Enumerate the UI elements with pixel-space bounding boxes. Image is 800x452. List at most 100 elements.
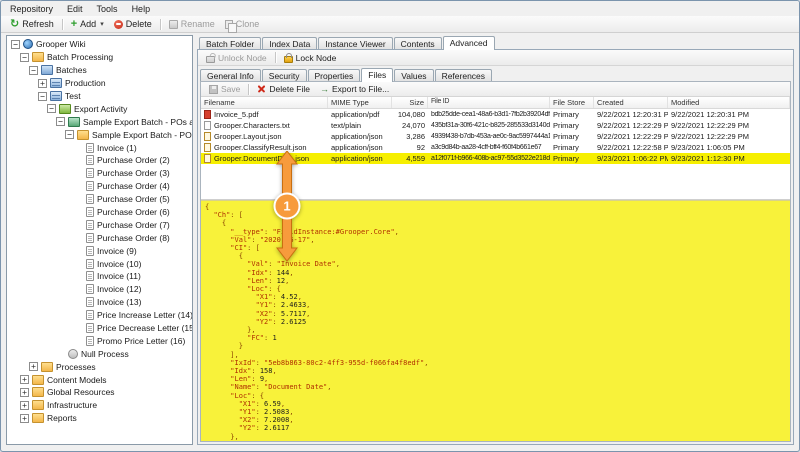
json-line: "Y2": 2.6117 — [205, 424, 790, 432]
toolbar-separator — [62, 19, 63, 30]
tree-item-purchase-order-4[interactable]: Purchase Order (4) — [7, 180, 192, 193]
json-viewer[interactable]: { "Ch": [ { "__type": "FieldInstance:#Gr… — [201, 200, 790, 441]
tree-item-production[interactable]: +Production — [7, 77, 192, 90]
tree-item-export-activity[interactable]: −Export Activity — [7, 102, 192, 115]
column-header-filename[interactable]: Filename — [201, 97, 328, 108]
column-header-modified[interactable]: Modified — [668, 97, 790, 108]
expand-icon[interactable]: + — [20, 401, 29, 410]
tree-item-purchase-order-5[interactable]: Purchase Order (5) — [7, 193, 192, 206]
tree-item-reports[interactable]: +Reports — [7, 412, 192, 425]
tree-item-purchase-order-2[interactable]: Purchase Order (2) — [7, 154, 192, 167]
tree-item-invoice-9[interactable]: Invoice (9) — [7, 244, 192, 257]
column-header-size[interactable]: Size — [392, 97, 428, 108]
batches-icon — [41, 65, 53, 75]
delete-button[interactable]: Delete — [109, 18, 157, 30]
add-button[interactable]: + Add ▾ — [66, 18, 109, 30]
tree-item-invoice-11[interactable]: Invoice (11) — [7, 270, 192, 283]
tree-item-invoice-10[interactable]: Invoice (10) — [7, 257, 192, 270]
delete-file-button[interactable]: Delete File — [252, 83, 315, 95]
table-row-grooper-characters-txt[interactable]: Grooper.Characters.txttext/plain24,07043… — [201, 120, 790, 131]
tab-contents[interactable]: Contents — [394, 37, 442, 49]
subtab-properties[interactable]: Properties — [308, 69, 361, 81]
tree-item-content-models[interactable]: +Content Models — [7, 373, 192, 386]
column-header-created[interactable]: Created — [594, 97, 668, 108]
tree-item-infrastructure[interactable]: +Infrastructure — [7, 399, 192, 412]
tree-item-grooper-wiki[interactable]: −Grooper Wiki — [7, 38, 192, 51]
table-row-grooper-classifyresult-json[interactable]: Grooper.ClassifyResult.jsonapplication/j… — [201, 142, 790, 153]
refresh-icon: ↻ — [10, 20, 19, 29]
tab-instance-viewer[interactable]: Instance Viewer — [318, 37, 392, 49]
collapse-icon[interactable]: − — [56, 117, 65, 126]
tree-item-null-process[interactable]: Null Process — [7, 347, 192, 360]
tree-item-batch-processing[interactable]: − Batch Processing — [7, 51, 192, 64]
tree-item-test[interactable]: −Test — [7, 90, 192, 103]
tree-item-promo-price-letter-16[interactable]: Promo Price Letter (16) — [7, 334, 192, 347]
tree-item-label: Invoice (10) — [97, 259, 141, 269]
tree-item-label: Promo Price Letter (16) — [97, 336, 185, 346]
collapse-icon[interactable]: − — [65, 130, 74, 139]
refresh-button[interactable]: ↻ Refresh — [5, 18, 59, 30]
menu-help[interactable]: Help — [125, 3, 158, 15]
tree-item-label: Sample Export Batch - POs and I... — [92, 130, 193, 140]
tree-item-global-resources[interactable]: + Global Resources — [7, 386, 192, 399]
unlock-node-button[interactable]: Unlock Node — [201, 52, 272, 64]
subtab-security[interactable]: Security — [262, 69, 307, 81]
tree-item-purchase-order-6[interactable]: Purchase Order (6) — [7, 206, 192, 219]
tree-item-price-decrease-letter-15[interactable]: Price Decrease Letter (15) — [7, 322, 192, 335]
save-button[interactable]: Save — [204, 83, 245, 95]
subtab-files[interactable]: Files — [361, 68, 393, 82]
collapse-icon[interactable]: − — [29, 66, 38, 75]
rename-button[interactable]: Rename — [164, 18, 220, 30]
lock-toolbar: Unlock Node Lock Node — [198, 50, 793, 66]
menu-edit[interactable]: Edit — [60, 3, 90, 15]
column-header-mime-type[interactable]: MIME Type — [328, 97, 392, 108]
tree-item-invoice-1[interactable]: Invoice (1) — [7, 141, 192, 154]
tree-item-label: Global Resources — [47, 387, 115, 397]
collapse-icon[interactable]: − — [11, 40, 20, 49]
tree-item-processes[interactable]: +Processes — [7, 360, 192, 373]
tree-item-purchase-order-7[interactable]: Purchase Order (7) — [7, 218, 192, 231]
export-to-file-button[interactable]: → Export to File... — [315, 83, 394, 95]
tree-item-label: Batch Processing — [47, 52, 113, 62]
collapse-icon[interactable]: − — [38, 92, 47, 101]
subtab-references[interactable]: References — [435, 69, 492, 81]
tree-item-price-increase-letter-14[interactable]: Price Increase Letter (14) — [7, 309, 192, 322]
expand-icon[interactable]: + — [20, 414, 29, 423]
tree-item-purchase-order-8[interactable]: Purchase Order (8) — [7, 231, 192, 244]
menu-tools[interactable]: Tools — [90, 3, 125, 15]
tree-item-invoice-13[interactable]: Invoice (13) — [7, 296, 192, 309]
cell-size: 24,070 — [392, 121, 428, 130]
files-table: FilenameMIME TypeSizeFile IDFile StoreCr… — [201, 97, 790, 200]
collapse-icon[interactable]: − — [20, 53, 29, 62]
expand-icon[interactable]: + — [29, 362, 38, 371]
tree-item-purchase-order-3[interactable]: Purchase Order (3) — [7, 167, 192, 180]
tree-item-sample-export-batch-pos-and-invoic[interactable]: −Sample Export Batch - POs and Invoic... — [7, 115, 192, 128]
doc-icon — [86, 194, 94, 204]
table-row-invoice-5-pdf[interactable]: Invoice_5.pdfapplication/pdf104,080bdb25… — [201, 109, 790, 120]
clone-label: Clone — [236, 19, 260, 29]
table-row-grooper-documentdata-json[interactable]: Grooper.DocumentData.jsonapplication/jso… — [201, 153, 790, 164]
tree-item-label: Purchase Order (5) — [97, 194, 170, 204]
cell-mime-type: application/json — [328, 132, 392, 141]
menu-repository[interactable]: Repository — [3, 3, 60, 15]
tab-batch-folder[interactable]: Batch Folder — [199, 37, 261, 49]
column-header-file-id[interactable]: File ID — [428, 97, 550, 108]
cell-created: 9/22/2021 12:22:29 PM — [594, 132, 668, 141]
lock-node-button[interactable]: Lock Node — [279, 52, 342, 64]
collapse-icon[interactable]: − — [47, 104, 56, 113]
tab-index-data[interactable]: Index Data — [262, 37, 317, 49]
tree-item-batches[interactable]: −Batches — [7, 64, 192, 77]
clone-button[interactable]: Clone — [220, 18, 265, 30]
subtab-values[interactable]: Values — [394, 69, 433, 81]
main-toolbar: ↻ Refresh + Add ▾ Delete Rename Clone — [1, 16, 799, 33]
expand-icon[interactable]: + — [38, 79, 47, 88]
expand-icon[interactable]: + — [20, 388, 29, 397]
subtab-general-info[interactable]: General Info — [200, 69, 261, 81]
column-header-file-store[interactable]: File Store — [550, 97, 594, 108]
tree-item-sample-export-batch-pos-and-i[interactable]: − Sample Export Batch - POs and I... — [7, 128, 192, 141]
table-row-grooper-layout-json[interactable]: Grooper.Layout.jsonapplication/json3,286… — [201, 131, 790, 142]
tab-advanced[interactable]: Advanced — [443, 36, 495, 50]
tree-item-invoice-12[interactable]: Invoice (12) — [7, 283, 192, 296]
expand-icon[interactable]: + — [20, 375, 29, 384]
json-line: { — [205, 252, 790, 260]
